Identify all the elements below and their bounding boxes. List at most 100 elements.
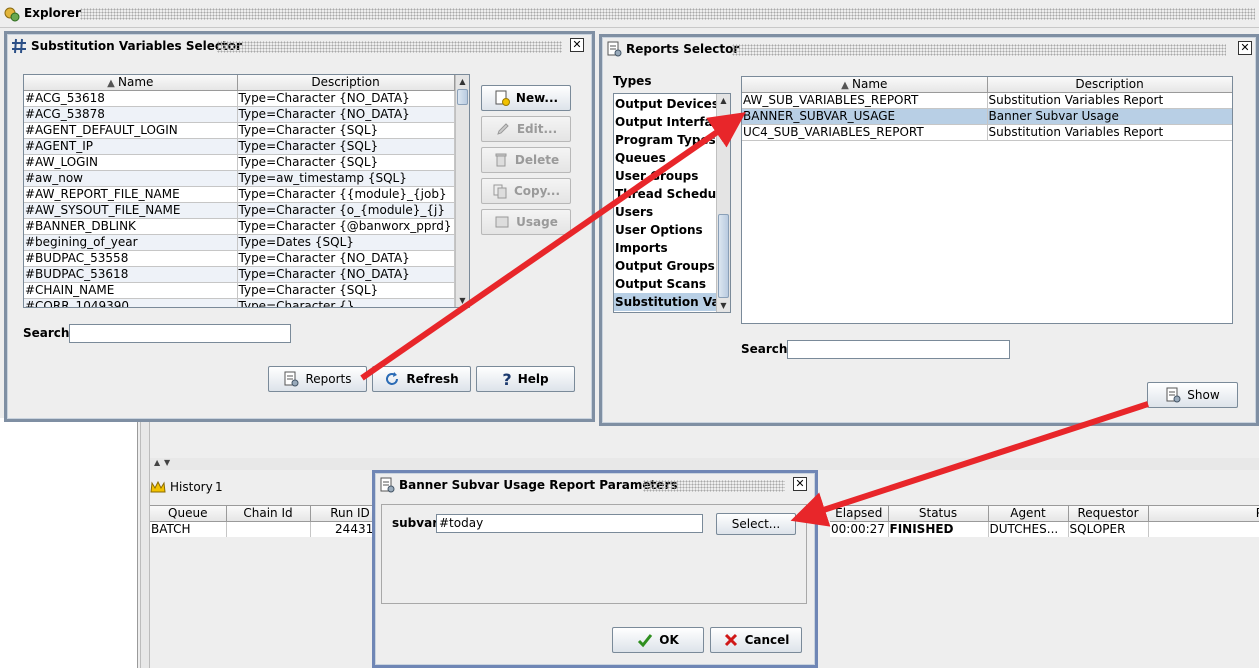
type-list-item[interactable]: Output Scans xyxy=(614,275,716,293)
table-row[interactable]: UC4_SUB_VARIABLES_REPORT Substitution Var… xyxy=(742,124,1232,141)
scroll-down-icon[interactable]: ▼ xyxy=(717,299,730,312)
reports-button[interactable]: Reports xyxy=(268,366,367,392)
table-row[interactable]: #BUDPAC_53558 Type=Character {NO_DATA} xyxy=(24,250,455,267)
reports-dialog-titlebar[interactable]: Reports Selector ✕ xyxy=(602,37,1256,61)
table-row[interactable]: #AW_SYSOUT_FILE_NAME Type=Character {o_{m… xyxy=(24,202,455,219)
subvar-table-scrollbar[interactable]: ▲ ▼ xyxy=(455,75,469,307)
scroll-thumb[interactable] xyxy=(457,89,468,105)
usage-icon xyxy=(495,216,509,228)
table-row[interactable]: #BUDPAC_53618 Type=Character {NO_DATA} xyxy=(24,266,455,283)
table-row[interactable]: #AGENT_IP Type=Character {SQL} xyxy=(24,138,455,155)
history-col-queue[interactable]: Queue xyxy=(150,506,227,522)
usage-button[interactable]: Usage xyxy=(481,209,571,235)
trash-icon xyxy=(495,153,507,167)
subvar-name-cell: #AW_LOGIN xyxy=(24,154,238,171)
subvar-description-cell: Type=Character {SQL} xyxy=(237,282,455,299)
type-list-item[interactable]: Imports xyxy=(614,239,716,257)
subvar-name-cell: #ACG_53618 xyxy=(24,90,238,107)
horizontal-splitter[interactable]: ▲ ▼ xyxy=(150,458,1259,470)
history-col-parent[interactable]: Paren xyxy=(1148,506,1259,522)
refresh-icon xyxy=(386,372,399,385)
cancel-button[interactable]: Cancel xyxy=(710,627,802,653)
scroll-down-icon[interactable]: ▼ xyxy=(456,294,469,307)
collapse-down-icon[interactable]: ▼ xyxy=(164,458,170,467)
collapse-up-icon[interactable]: ▲ xyxy=(154,458,160,467)
table-row[interactable]: #CHAIN_NAME Type=Character {SQL} xyxy=(24,282,455,299)
table-row[interactable]: AW_SUB_VARIABLES_REPORT Substitution Vari… xyxy=(742,92,1232,109)
subvar-name-cell: #BUDPAC_53618 xyxy=(24,266,238,283)
history-col-elapsed[interactable]: Elapsed xyxy=(830,506,889,522)
new-document-icon xyxy=(495,90,510,106)
history-col-requestor[interactable]: Requestor xyxy=(1068,506,1149,522)
close-icon[interactable]: ✕ xyxy=(570,38,584,52)
table-row[interactable]: #BANNER_DBLINK Type=Character {@banworx_p… xyxy=(24,218,455,235)
type-list-item[interactable]: Substitution Va... xyxy=(614,293,716,311)
types-list[interactable]: Output DevicesOutput Interfac...Program … xyxy=(613,93,731,313)
types-scrollbar[interactable]: ▲ ▼ xyxy=(716,94,730,312)
subvar-name-cell: #CHAIN_NAME xyxy=(24,282,238,299)
table-row[interactable]: #AGENT_DEFAULT_LOGIN Type=Character {SQL} xyxy=(24,122,455,139)
sort-ascending-icon: ▲ xyxy=(841,80,852,92)
type-list-item[interactable]: Output Interfac... xyxy=(614,113,716,131)
delete-button[interactable]: Delete xyxy=(481,147,571,173)
type-list-item[interactable]: Output Devices xyxy=(614,95,716,113)
type-list-item[interactable]: Output Groups xyxy=(614,257,716,275)
refresh-button[interactable]: Refresh xyxy=(372,366,471,392)
subvar-description-cell: Type=Character {SQL} xyxy=(237,138,455,155)
explorer-title: Explorer xyxy=(24,6,81,20)
history-col-run-id[interactable]: Run ID xyxy=(310,506,380,522)
reports-col-description[interactable]: Description xyxy=(987,77,1232,93)
type-list-item[interactable]: Thread Schedul... xyxy=(614,185,716,203)
help-button[interactable]: ? Help xyxy=(476,366,575,392)
type-list-item[interactable]: User Options xyxy=(614,221,716,239)
reports-table[interactable]: ▲ Name Description AW_SUB_VARIABLES_REPO… xyxy=(741,76,1233,324)
report-name-cell: AW_SUB_VARIABLES_REPORT xyxy=(742,92,988,109)
type-list-item[interactable]: Users xyxy=(614,203,716,221)
history-col-status[interactable]: Status xyxy=(888,506,989,522)
table-row[interactable]: #CORR_1049390 Type=Character {} xyxy=(24,298,455,307)
close-icon[interactable]: ✕ xyxy=(793,477,807,491)
type-list-item[interactable]: Queues xyxy=(614,149,716,167)
close-icon[interactable]: ✕ xyxy=(1238,41,1252,55)
type-list-item[interactable]: Program Types xyxy=(614,131,716,149)
edit-button[interactable]: Edit... xyxy=(481,116,571,142)
subvar-field-input[interactable]: #today xyxy=(436,514,703,533)
scroll-thumb[interactable] xyxy=(718,214,729,298)
table-row[interactable]: #AW_LOGIN Type=Character {SQL} xyxy=(24,154,455,171)
copy-button[interactable]: Copy... xyxy=(481,178,571,204)
history-table-left[interactable]: Queue Chain Id Run ID BATCH 2443171 xyxy=(150,505,380,537)
history-table-right[interactable]: Elapsed Status Agent Requestor Paren 00:… xyxy=(830,505,1259,537)
new-button[interactable]: New... xyxy=(481,85,571,111)
params-dialog-titlebar[interactable]: Banner Subvar Usage Report Parameters ✕ xyxy=(375,473,815,497)
history-col-chain-id[interactable]: Chain Id xyxy=(226,506,311,522)
table-row[interactable]: #AW_REPORT_FILE_NAME Type=Character {{mod… xyxy=(24,186,455,203)
table-row[interactable]: #begining_of_year Type=Dates {SQL} xyxy=(24,234,455,251)
select-button[interactable]: Select... xyxy=(716,513,796,535)
subvar-search-input[interactable] xyxy=(69,324,291,343)
reports-dialog-title: Reports Selector xyxy=(626,42,740,56)
table-row[interactable]: BANNER_SUBVAR_USAGE Banner Subvar Usage xyxy=(742,108,1232,125)
history-row[interactable]: 00:00:27 FINISHED DUTCHES... SQLOPER xyxy=(830,521,1259,537)
type-list-item[interactable]: User Groups xyxy=(614,167,716,185)
table-row[interactable]: #ACG_53878 Type=Character {NO_DATA} xyxy=(24,106,455,123)
ok-button[interactable]: OK xyxy=(612,627,704,653)
tree-pane[interactable] xyxy=(0,418,138,668)
crown-icon xyxy=(150,480,166,493)
show-button[interactable]: Show xyxy=(1147,382,1238,408)
history-row[interactable]: BATCH 2443171 xyxy=(150,521,380,537)
table-row[interactable]: #aw_now Type=aw_timestamp {SQL} xyxy=(24,170,455,187)
vertical-splitter[interactable] xyxy=(140,420,150,668)
subvar-col-description[interactable]: Description xyxy=(237,75,455,91)
subvar-table[interactable]: ▲ Name Description #ACG_53618 Type=Charac… xyxy=(23,74,470,308)
reports-search-input[interactable] xyxy=(787,340,1010,359)
scroll-up-icon[interactable]: ▲ xyxy=(717,94,730,107)
scroll-up-icon[interactable]: ▲ xyxy=(456,75,469,88)
table-row[interactable]: #ACG_53618 Type=Character {NO_DATA} xyxy=(24,90,455,107)
subvar-dialog-titlebar[interactable]: Substitution Variables Selector ✕ xyxy=(7,34,592,58)
sort-ascending-icon: ▲ xyxy=(107,78,118,90)
subvar-col-name[interactable]: ▲ Name xyxy=(24,75,238,91)
subvar-dialog-title: Substitution Variables Selector xyxy=(31,39,242,53)
reports-col-name[interactable]: ▲ Name xyxy=(742,77,988,93)
history-col-agent[interactable]: Agent xyxy=(988,506,1069,522)
subvar-description-cell: Type=Character {NO_DATA} xyxy=(237,90,455,107)
